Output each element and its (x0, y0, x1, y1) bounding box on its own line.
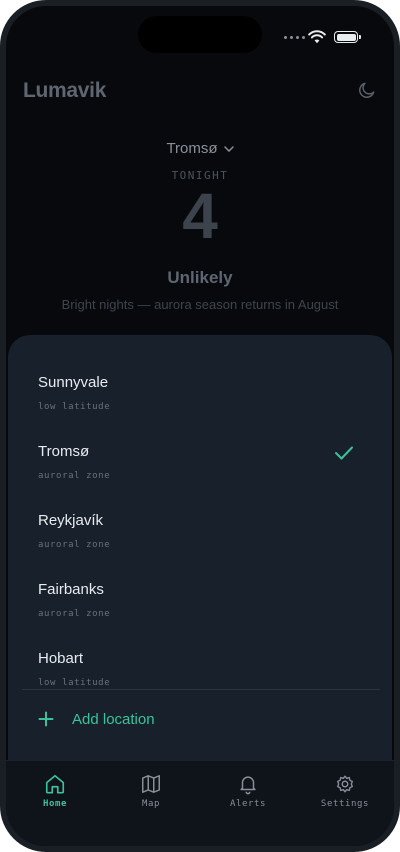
location-picker[interactable]: Tromsø (6, 140, 394, 157)
location-option-tromso[interactable]: Tromsø auroral zone (8, 443, 392, 509)
location-label: Tromsø (166, 140, 218, 157)
likelihood-label: Unlikely (167, 268, 233, 287)
app-title: Lumavik (23, 79, 107, 102)
moon-icon[interactable] (357, 80, 377, 100)
signal-icon (284, 36, 305, 39)
location-zone: low latitude (38, 402, 111, 412)
location-option-fairbanks[interactable]: Fairbanks auroral zone (8, 581, 392, 647)
chevron-down-icon (223, 145, 234, 152)
location-option-reykjavik[interactable]: Reykjavík auroral zone (8, 512, 392, 578)
kp-index-value: 4 (182, 180, 218, 252)
location-zone: low latitude (38, 678, 111, 688)
wifi-icon (308, 30, 326, 44)
plus-icon (38, 711, 54, 727)
location-zone: auroral zone (38, 609, 111, 619)
tab-label: Map (141, 799, 161, 809)
tab-bar: Home Map Alerts Settings (6, 760, 394, 846)
location-name: Sunnyvale (38, 374, 109, 391)
battery-icon (334, 31, 361, 43)
location-name: Fairbanks (38, 581, 104, 598)
phone-frame: Lumavik Tromsø TONIGHT 4 Unlikely Bright… (0, 0, 400, 852)
app-screen: Lumavik Tromsø TONIGHT 4 Unlikely Bright… (6, 6, 394, 846)
add-location-label: Add location (72, 710, 155, 728)
location-zone: auroral zone (38, 471, 111, 481)
tab-settings[interactable]: Settings (305, 773, 385, 809)
tab-label: Alerts (229, 799, 267, 809)
location-option-sunnyvale[interactable]: Sunnyvale low latitude (8, 374, 392, 440)
map-icon (142, 775, 160, 793)
tab-label: Home (42, 799, 68, 809)
add-location-button[interactable]: Add location (38, 707, 155, 731)
location-name: Reykjavík (38, 512, 104, 529)
location-name: Tromsø (38, 443, 90, 460)
location-sheet: Sunnyvale low latitude Tromsø auroral zo… (8, 335, 392, 765)
tab-map[interactable]: Map (111, 773, 191, 809)
tab-label: Settings (320, 799, 370, 809)
location-zone: auroral zone (38, 540, 111, 550)
checkmark-icon (335, 446, 353, 460)
tab-home[interactable]: Home (15, 773, 95, 809)
gear-icon (336, 775, 354, 793)
dynamic-island (138, 16, 262, 53)
season-note: Bright nights — aurora season returns in… (61, 297, 339, 312)
tab-alerts[interactable]: Alerts (208, 773, 288, 809)
bell-icon (240, 776, 256, 795)
location-name: Hobart (38, 650, 84, 667)
sheet-divider (22, 689, 380, 690)
home-icon (45, 774, 65, 794)
